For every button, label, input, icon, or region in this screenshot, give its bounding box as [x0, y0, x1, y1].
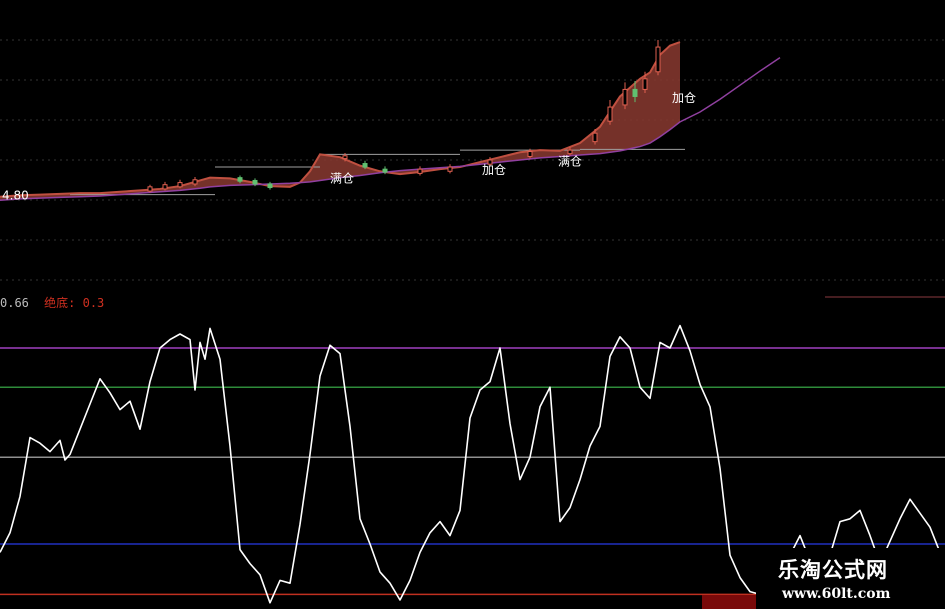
signal-label: 加仓: [482, 163, 506, 177]
candle-body: [362, 163, 368, 168]
candle-body: [147, 186, 153, 192]
watermark-url: www.60lt.com: [782, 586, 891, 602]
candle-body: [622, 88, 628, 106]
start-price-label: 4.80: [2, 188, 29, 202]
indicator-info-bar: 0.66 绝底: 0.3: [0, 294, 112, 310]
candle-body: [655, 46, 661, 73]
candle-body: [527, 151, 533, 157]
candle-body: [632, 88, 638, 97]
indicator-value: 0.66: [0, 296, 29, 310]
watermark-title: 乐淘公式网: [778, 558, 888, 582]
candle-body: [382, 168, 388, 173]
candle-body: [567, 149, 573, 155]
candle-body: [162, 184, 168, 190]
candle-body: [417, 168, 423, 174]
candle-body: [447, 166, 453, 172]
candle-body: [267, 183, 273, 189]
candle-body: [342, 155, 348, 160]
candle-body: [192, 179, 198, 185]
candle-body: [592, 132, 598, 143]
chart-background: [0, 0, 945, 609]
indicator-signal: 绝底: 0.3: [44, 296, 105, 310]
candle-body: [607, 106, 613, 122]
watermark: 乐淘公式网 www.60lt.com: [756, 548, 945, 609]
candle-body: [642, 78, 648, 90]
corner-badge: [702, 595, 756, 609]
candle-body: [252, 179, 258, 185]
signal-label: 满仓: [558, 155, 582, 169]
candle-body: [177, 182, 183, 188]
signal-label: 满仓: [330, 172, 354, 186]
signal-label: 加仓: [672, 91, 696, 105]
chart-canvas: 4.80满仓加仓满仓加仓: [0, 0, 945, 609]
candle-body: [237, 177, 243, 182]
